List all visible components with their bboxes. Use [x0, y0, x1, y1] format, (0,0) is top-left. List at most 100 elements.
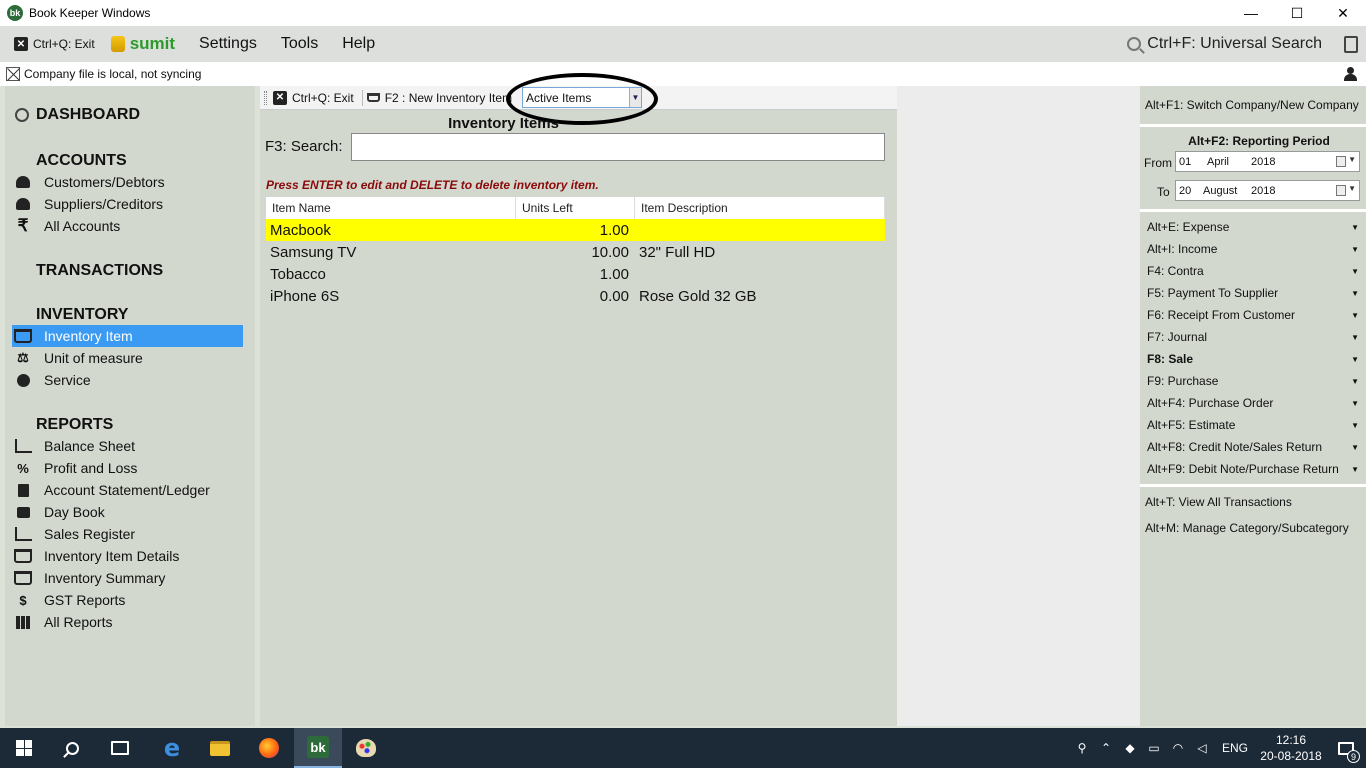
search-input[interactable]	[351, 133, 885, 161]
action-purchase[interactable]: F9: Purchase ▼	[1147, 371, 1359, 391]
taskbar-book-keeper[interactable]: bk	[294, 728, 342, 768]
taskbar-file-explorer[interactable]	[196, 728, 244, 768]
chevron-down-icon[interactable]: ▼	[1351, 311, 1359, 320]
chevron-down-icon[interactable]: ▼	[1351, 377, 1359, 386]
column-header-item-description[interactable]: Item Description	[635, 197, 885, 219]
calculator-icon[interactable]	[1344, 36, 1358, 53]
to-month: August	[1203, 184, 1238, 197]
action-center-button[interactable]: 9	[1326, 728, 1366, 768]
dashboard-label: DASHBOARD	[36, 106, 140, 123]
volume-icon[interactable]: ◁	[1190, 728, 1214, 768]
exit-menu-button[interactable]: ✕ Ctrl+Q: Exit	[14, 37, 95, 51]
input-language[interactable]: ENG	[1222, 741, 1248, 755]
taskbar-firefox[interactable]	[245, 728, 293, 768]
to-date-picker[interactable]: 20 August 2018 ▼	[1175, 180, 1360, 201]
sidebar-item-unit-of-measure[interactable]: ⚖ Unit of measure	[12, 347, 243, 369]
action-credit-note[interactable]: Alt+F8: Credit Note/Sales Return ▼	[1147, 437, 1359, 457]
universal-search-button[interactable]: Ctrl+F: Universal Search	[1127, 26, 1322, 62]
chevron-down-icon[interactable]: ▼	[1351, 355, 1359, 364]
taskbar-paint[interactable]	[342, 728, 390, 768]
chevron-down-icon[interactable]: ▼	[1351, 333, 1359, 342]
chevron-down-icon[interactable]: ▼	[1351, 223, 1359, 232]
reports-heading[interactable]: REPORTS	[36, 416, 113, 434]
close-button[interactable]: ✕	[1320, 0, 1366, 26]
column-header-units-left[interactable]: Units Left	[516, 197, 635, 219]
chevron-down-icon[interactable]: ▼	[1351, 399, 1359, 408]
sidebar-item-sales-register[interactable]: Sales Register	[12, 523, 243, 545]
sidebar-item-gst-reports[interactable]: $ GST Reports	[12, 589, 243, 611]
sidebar-item-label: Sales Register	[44, 526, 136, 542]
column-header-item-name[interactable]: Item Name	[266, 197, 516, 219]
menu-settings[interactable]: Settings	[199, 35, 257, 53]
chevron-down-icon[interactable]: ▼	[1351, 245, 1359, 254]
action-estimate[interactable]: Alt+F5: Estimate ▼	[1147, 415, 1359, 435]
chevron-down-icon[interactable]: ▼	[1351, 421, 1359, 430]
calendar-icon[interactable]	[1336, 156, 1346, 167]
chevron-down-icon[interactable]: ▼	[1351, 267, 1359, 276]
chevron-down-icon[interactable]: ▼	[629, 88, 641, 107]
chevron-down-icon[interactable]: ▼	[1351, 289, 1359, 298]
item-status-filter-select[interactable]: Active Items ▼	[522, 87, 642, 108]
task-view-button[interactable]	[96, 728, 144, 768]
menu-help[interactable]: Help	[342, 35, 375, 53]
battery-icon[interactable]: ▭	[1142, 728, 1166, 768]
taskbar-search-button[interactable]	[48, 728, 96, 768]
action-debit-note[interactable]: Alt+F9: Debit Note/Purchase Return ▼	[1147, 459, 1359, 479]
dropbox-icon[interactable]: ◆	[1118, 728, 1142, 768]
clock[interactable]: 12:16 20-08-2018	[1256, 732, 1326, 764]
company-button[interactable]: sumit	[110, 34, 175, 54]
new-inventory-item-button[interactable]: F2 : New Inventory Item	[366, 91, 512, 105]
chevron-down-icon[interactable]: ▼	[1351, 465, 1359, 474]
book-icon	[14, 504, 32, 520]
people-icon[interactable]: ⚲	[1070, 728, 1094, 768]
accounts-heading[interactable]: ACCOUNTS	[36, 152, 127, 170]
sidebar-item-dashboard[interactable]: DASHBOARD	[15, 106, 140, 124]
action-contra[interactable]: F4: Contra ▼	[1147, 261, 1359, 281]
action-sale[interactable]: F8: Sale ▼	[1147, 349, 1359, 369]
action-receipt-from-customer[interactable]: F6: Receipt From Customer ▼	[1147, 305, 1359, 325]
sidebar-item-balance-sheet[interactable]: Balance Sheet	[12, 435, 243, 457]
chevron-down-icon[interactable]: ▼	[1348, 155, 1356, 164]
from-date-picker[interactable]: 01 April 2018 ▼	[1175, 151, 1360, 172]
table-row[interactable]: Samsung TV 10.00 32" Full HD	[266, 241, 885, 263]
action-income[interactable]: Alt+I: Income ▼	[1147, 239, 1359, 259]
action-journal[interactable]: F7: Journal ▼	[1147, 327, 1359, 347]
sidebar-item-suppliers[interactable]: Suppliers/Creditors	[12, 193, 243, 215]
start-button[interactable]	[0, 728, 48, 768]
maximize-button[interactable]: ☐	[1274, 0, 1320, 26]
sidebar-item-day-book[interactable]: Day Book	[12, 501, 243, 523]
sidebar-item-all-reports[interactable]: All Reports	[12, 611, 243, 633]
user-icon[interactable]	[1344, 67, 1357, 81]
sidebar-item-customers[interactable]: Customers/Debtors	[12, 171, 243, 193]
menu-tools[interactable]: Tools	[281, 35, 318, 53]
calendar-icon[interactable]	[1336, 185, 1346, 196]
sidebar-item-account-statement[interactable]: Account Statement/Ledger	[12, 479, 243, 501]
table-row[interactable]: Tobacco 1.00	[266, 263, 885, 285]
cell-item-name: iPhone 6S	[270, 287, 340, 305]
sidebar-item-label: Profit and Loss	[44, 460, 138, 476]
chevron-up-icon[interactable]: ⌃	[1094, 728, 1118, 768]
manage-category-link[interactable]: Alt+M: Manage Category/Subcategory	[1145, 521, 1349, 535]
edit-delete-hint: Press ENTER to edit and DELETE to delete…	[266, 178, 599, 192]
minimize-button[interactable]: —	[1228, 0, 1274, 26]
view-all-transactions-link[interactable]: Alt+T: View All Transactions	[1145, 495, 1292, 509]
table-row[interactable]: iPhone 6S 0.00 Rose Gold 32 GB	[266, 285, 885, 307]
wifi-icon[interactable]: ◠	[1166, 728, 1190, 768]
chevron-down-icon[interactable]: ▼	[1348, 184, 1356, 193]
action-payment-to-supplier[interactable]: F5: Payment To Supplier ▼	[1147, 283, 1359, 303]
toolbar-exit-button[interactable]: ✕ Ctrl+Q: Exit	[273, 90, 354, 105]
table-row[interactable]: Macbook 1.00	[266, 219, 885, 241]
inventory-heading[interactable]: INVENTORY	[36, 306, 128, 324]
sidebar-item-all-accounts[interactable]: ₹ All Accounts	[12, 215, 243, 237]
switch-company-link[interactable]: Alt+F1: Switch Company/New Company	[1145, 98, 1359, 112]
sidebar-item-inventory-item[interactable]: Inventory Item	[12, 325, 243, 347]
action-purchase-order[interactable]: Alt+F4: Purchase Order ▼	[1147, 393, 1359, 413]
transactions-heading[interactable]: TRANSACTIONS	[36, 262, 163, 280]
sidebar-item-inventory-item-details[interactable]: Inventory Item Details	[12, 545, 243, 567]
chevron-down-icon[interactable]: ▼	[1351, 443, 1359, 452]
taskbar-edge[interactable]: e	[148, 728, 196, 768]
sidebar-item-profit-loss[interactable]: % Profit and Loss	[12, 457, 243, 479]
sidebar-item-inventory-summary[interactable]: Inventory Summary	[12, 567, 243, 589]
sidebar-item-service[interactable]: Service	[12, 369, 243, 391]
action-expense[interactable]: Alt+E: Expense ▼	[1147, 217, 1359, 237]
